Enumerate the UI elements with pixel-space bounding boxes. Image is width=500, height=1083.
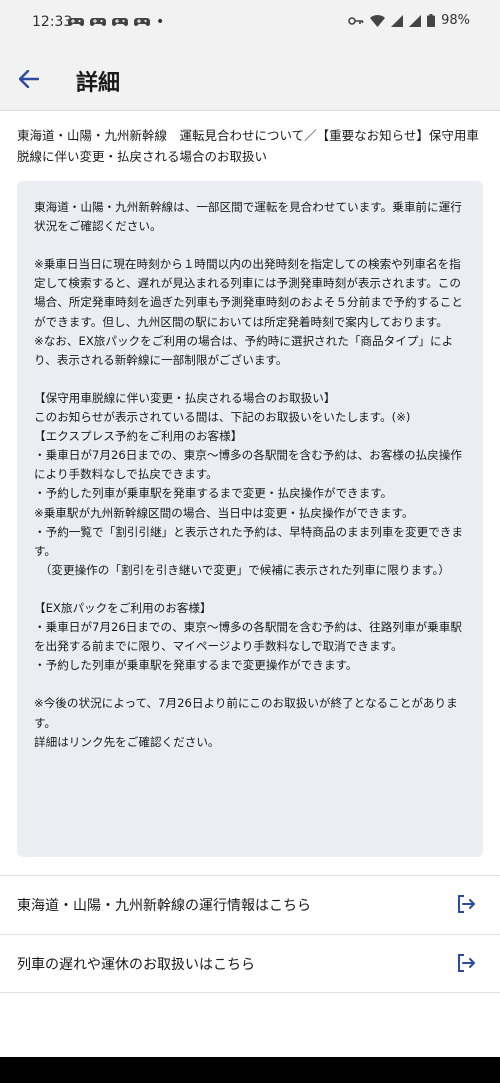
status-time: 12:33 bbox=[32, 14, 73, 30]
link-operation-info[interactable]: 東海道・山陽・九州新幹線の運行情報はこちら bbox=[0, 875, 500, 933]
signal-icon bbox=[391, 14, 404, 27]
game-controller-icon bbox=[134, 18, 150, 26]
notification-dot: • bbox=[156, 14, 165, 30]
battery-percentage: 98% bbox=[441, 13, 470, 28]
app-bar: 詳細 bbox=[0, 48, 500, 111]
wifi-icon bbox=[370, 14, 386, 27]
link-label: 列車の遅れや運休のお取扱いはこちら bbox=[17, 957, 255, 973]
arrow-left-icon bbox=[19, 70, 39, 88]
page-title: 詳細 bbox=[76, 71, 121, 96]
signal-icon bbox=[409, 14, 422, 27]
notice-box: 東海道・山陽・九州新幹線は、一部区間で運転を見合わせています。乗車前に運行状況を… bbox=[17, 181, 483, 857]
external-link-icon bbox=[458, 954, 475, 972]
external-link-icon bbox=[458, 895, 475, 913]
notice-body: 東海道・山陽・九州新幹線は、一部区間で運転を見合わせています。乗車前に運行状況を… bbox=[34, 200, 463, 749]
game-controller-icon bbox=[68, 18, 84, 26]
notice-title: 東海道・山陽・九州新幹線 運転見合わせについて／【重要なお知らせ】保守用車脱線に… bbox=[17, 128, 479, 164]
game-controller-icon bbox=[90, 18, 106, 26]
status-bar: 12:33 • 98% bbox=[0, 0, 500, 48]
battery-icon bbox=[427, 14, 436, 27]
system-navigation-bar bbox=[0, 1057, 500, 1083]
link-delay-handling[interactable]: 列車の遅れや運休のお取扱いはこちら bbox=[0, 934, 500, 993]
vpn-key-icon bbox=[348, 16, 364, 25]
back-button[interactable] bbox=[14, 64, 44, 94]
game-controller-icon bbox=[112, 18, 128, 26]
system-icons: 98% bbox=[348, 13, 470, 28]
link-label: 東海道・山陽・九州新幹線の運行情報はこちら bbox=[17, 898, 311, 914]
notification-icons: • bbox=[68, 14, 164, 30]
